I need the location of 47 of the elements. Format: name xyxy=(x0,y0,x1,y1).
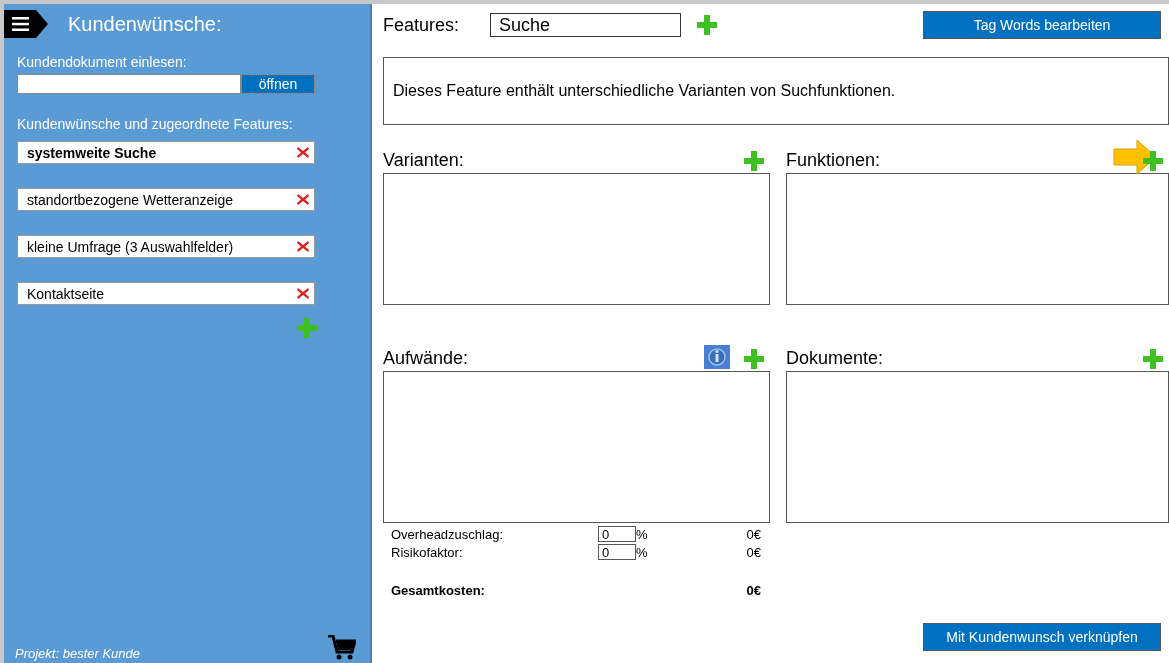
wish-item[interactable]: Kontaktseite xyxy=(17,282,315,305)
import-label: Kundendokument einlesen: xyxy=(17,54,188,70)
feature-field[interactable]: Suche xyxy=(490,13,681,37)
add-icon[interactable] xyxy=(697,15,717,35)
list-box[interactable] xyxy=(786,173,1169,305)
wish-label: Kontaktseite xyxy=(27,285,105,302)
sidebar-title: Kundenwünsche: xyxy=(68,12,222,36)
info-icon[interactable] xyxy=(704,345,730,369)
cart-icon[interactable] xyxy=(328,635,356,661)
cost-label: Overheadzuschlag: xyxy=(391,526,504,542)
wish-item[interactable]: standortbezogene Wetteranzeige xyxy=(17,188,315,211)
features-label: Features: xyxy=(383,14,461,36)
add-icon[interactable] xyxy=(1143,151,1163,171)
add-icon[interactable] xyxy=(744,151,764,171)
panel-title: Varianten: xyxy=(383,150,464,171)
file-path-field[interactable] xyxy=(17,74,241,94)
wish-item[interactable]: kleine Umfrage (3 Auswahlfelder) xyxy=(17,235,315,258)
cost-amount: 0€ xyxy=(746,526,761,542)
open-button[interactable]: öffnen xyxy=(241,74,315,94)
wish-label: kleine Umfrage (3 Auswahlfelder) xyxy=(27,238,234,255)
delete-icon[interactable] xyxy=(296,193,310,206)
percent-field[interactable]: 0 xyxy=(598,526,636,542)
add-icon[interactable] xyxy=(1143,349,1163,369)
wishes-label: Kundenwünsche und zugeordnete Features: xyxy=(17,116,294,132)
edit-tag-words-button[interactable]: Tag Words bearbeiten xyxy=(923,11,1161,39)
delete-icon[interactable] xyxy=(296,287,310,300)
panel-title: Funktionen: xyxy=(786,150,881,171)
panel-title: Dokumente: xyxy=(786,348,884,369)
cost-label: Risikofaktor: xyxy=(391,544,464,560)
delete-icon[interactable] xyxy=(296,240,310,253)
percent-sign: % xyxy=(636,544,648,560)
total-label: Gesamtkosten: xyxy=(391,582,486,598)
panel-title: Aufwände: xyxy=(383,348,469,369)
cost-amount: 0€ xyxy=(746,544,761,560)
wish-label: systemweite Suche xyxy=(27,144,157,161)
list-box[interactable] xyxy=(383,173,770,305)
percent-sign: % xyxy=(636,526,648,542)
percent-field[interactable]: 0 xyxy=(598,544,636,560)
feature-description: Dieses Feature enthält unterschiedliche Varianten von Suchfunktionen. xyxy=(383,57,1169,125)
add-icon[interactable] xyxy=(744,349,764,369)
menu-icon[interactable] xyxy=(4,10,48,38)
link-wish-button[interactable]: Mit Kundenwunsch verknüpfen xyxy=(923,623,1161,651)
delete-icon[interactable] xyxy=(296,146,310,159)
wish-item[interactable]: systemweite Suche xyxy=(17,141,315,164)
project-name: Projekt: bester Kunde xyxy=(15,646,141,661)
total-amount: 0€ xyxy=(746,582,761,598)
wish-label: standortbezogene Wetteranzeige xyxy=(27,191,233,208)
